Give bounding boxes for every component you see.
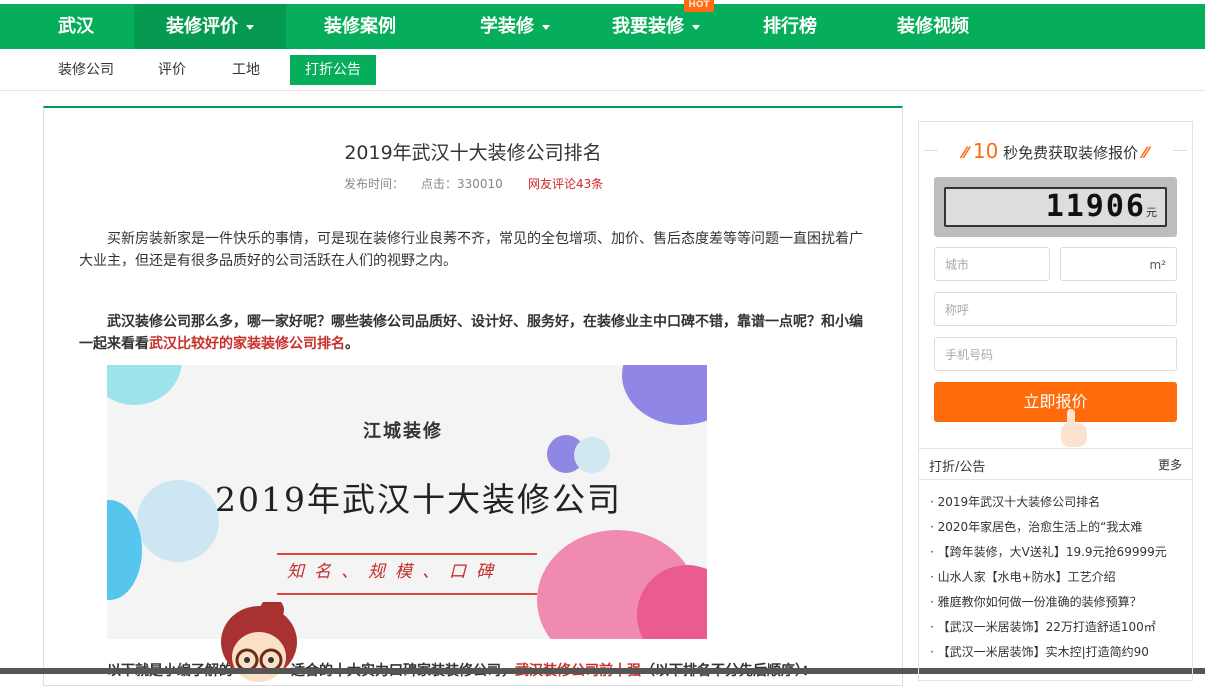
list-item[interactable]: · 2019年武汉十大装修公司排名: [930, 490, 1185, 515]
subnav-discounts[interactable]: 打折公告: [290, 55, 376, 85]
price-unit: 元: [1146, 206, 1157, 219]
list-item[interactable]: · 雅庭教你如何做一份准确的装修预算？: [930, 590, 1185, 615]
decor-circle: [622, 365, 707, 425]
question-paragraph: 武汉装修公司那么多，哪一家好呢？哪些装修公司品质好、设计好、服务好，在装修业主中…: [79, 314, 863, 352]
nav-videos[interactable]: 装修视频: [878, 4, 988, 49]
banner-brand: 江城装修: [363, 421, 443, 442]
announcement-more-link[interactable]: 更多: [1158, 456, 1182, 473]
price-display: 11906元: [934, 177, 1177, 237]
click-count: 点击：330010: [421, 177, 503, 191]
comment-count-link[interactable]: 网友评论43条: [528, 175, 603, 192]
name-input[interactable]: 称呼: [934, 292, 1177, 326]
nav-reviews[interactable]: 装修评价: [134, 4, 286, 49]
get-quote-button[interactable]: 立即报价: [934, 382, 1177, 422]
nav-city-wuhan[interactable]: 武汉: [38, 4, 114, 49]
area-input[interactable]: m²: [1060, 247, 1177, 281]
banner-title: 2019年武汉十大装修公司: [215, 480, 622, 519]
article-title: 2019年武汉十大装修公司排名: [344, 142, 602, 164]
slash-decor-icon: ⁄⁄: [1142, 143, 1149, 162]
list-item[interactable]: · 2020年家居色，治愈生活上的“我太难: [930, 515, 1185, 540]
list-item[interactable]: · 【跨年装修，大V送礼】19.9元抢69999元: [930, 540, 1185, 565]
announcement-title: 打折/公告: [929, 460, 986, 475]
slash-decor-icon: ⁄⁄: [962, 143, 969, 162]
ranking-link[interactable]: 武汉比较好的家装装修公司排名: [149, 336, 345, 352]
nav-ranking[interactable]: 排行榜: [740, 4, 840, 49]
banner-divider: [277, 593, 537, 595]
hot-badge: HOT: [684, 0, 714, 12]
chevron-down-icon: [692, 24, 700, 30]
banner-subtitle: 知名、规模、口碑: [287, 562, 503, 582]
article-banner-image: 江城装修 2019年武汉十大装修公司 知名、规模、口碑: [107, 365, 707, 639]
top-navigation: 武汉 装修评价 装修案例 学装修 我要装修 HOT 排行榜 装修视频: [0, 0, 1205, 49]
quote-title: ⁄⁄ 10 秒免费获取装修报价 ⁄⁄: [962, 139, 1149, 163]
nav-learn[interactable]: 学装修: [460, 4, 570, 49]
sub-navigation: 装修公司 评价 工地 打折公告: [0, 49, 1205, 91]
decor-circle: [107, 365, 182, 405]
phone-input[interactable]: 手机号码: [934, 337, 1177, 371]
decor-circle: [574, 437, 610, 473]
announcement-header: 打折/公告 更多: [919, 448, 1192, 480]
list-item[interactable]: · 山水人家【水电+防水】工艺介绍: [930, 565, 1185, 590]
article-panel: 2019年武汉十大装修公司排名 发布时间： 点击：330010 网友评论43条 …: [43, 106, 903, 686]
decor-circle: [137, 480, 219, 562]
subnav-companies[interactable]: 装修公司: [46, 55, 126, 85]
subnav-reviews[interactable]: 评价: [146, 55, 198, 85]
chevron-down-icon: [542, 24, 550, 30]
price-value: 11906: [1045, 189, 1146, 224]
pointing-hand-icon: [1061, 409, 1087, 447]
intro-paragraph: 买新房装新家是一件快乐的事情，可是现在装修行业良莠不齐，常见的全包增项、加价、售…: [79, 231, 863, 269]
city-select[interactable]: 城市: [934, 247, 1050, 281]
publish-time: 发布时间：: [344, 177, 405, 191]
area-unit: m²: [1149, 258, 1167, 272]
chevron-down-icon: [246, 24, 254, 30]
nav-cases[interactable]: 装修案例: [300, 4, 420, 49]
subnav-sites[interactable]: 工地: [218, 55, 274, 85]
announcement-list: · 2019年武汉十大装修公司排名 · 2020年家居色，治愈生活上的“我太难 …: [930, 490, 1185, 665]
list-item[interactable]: · 【武汉一米居装饰】22万打造舒适100㎡: [930, 615, 1185, 640]
banner-divider: [277, 553, 537, 555]
list-item[interactable]: · 【武汉一米居装饰】实木控|打造简约90: [930, 640, 1185, 665]
